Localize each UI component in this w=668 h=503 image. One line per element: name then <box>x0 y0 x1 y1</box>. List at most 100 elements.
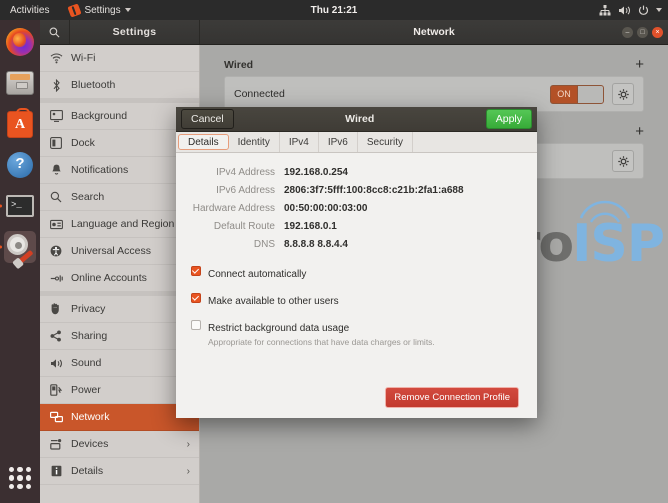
search-icon <box>49 27 60 38</box>
field-row-ipv6-address: IPv6 Address 2806:3f7:5fff:100:8cc8:c21b… <box>176 185 537 196</box>
background-icon <box>49 109 63 123</box>
maximize-button[interactable]: □ <box>637 27 648 38</box>
sidebar-item-label: Sound <box>71 357 101 369</box>
field-value: 192.168.0.254 <box>284 167 348 178</box>
dialog-title: Wired <box>234 113 486 125</box>
files-icon <box>6 71 34 95</box>
field-value: 00:50:00:00:03:00 <box>284 203 367 214</box>
dialog-tabs: Details Identity IPv4 IPv6 Security <box>176 132 537 153</box>
tab-identity[interactable]: Identity <box>229 132 280 152</box>
sidebar-item-label: Bluetooth <box>71 79 115 91</box>
dialog-options: Connect automatically Make available to … <box>191 264 537 347</box>
dock-item-terminal[interactable] <box>4 190 36 222</box>
sidebar-item-bluetooth[interactable]: Bluetooth <box>40 72 199 99</box>
checkbox-connect-automatically[interactable]: Connect automatically <box>191 264 537 282</box>
field-value: 192.168.0.1 <box>284 221 337 232</box>
content-title: Network <box>200 26 668 38</box>
tab-ipv4[interactable]: IPv4 <box>280 132 319 152</box>
dock-item-help[interactable] <box>4 149 36 181</box>
connection-settings-button-2[interactable] <box>612 150 634 172</box>
firefox-icon <box>6 28 34 56</box>
dock-icon <box>49 136 63 150</box>
bluetooth-icon <box>49 78 63 92</box>
ubuntu-software-icon <box>7 111 33 138</box>
app-menu-button[interactable]: Settings <box>65 3 134 18</box>
sidebar-item-label: Network <box>71 411 110 423</box>
power-battery-icon <box>49 383 63 397</box>
checkbox-description: Appropriate for connections that have da… <box>208 337 435 347</box>
checkbox-box[interactable] <box>191 293 201 303</box>
sidebar-item-label: Language and Region <box>71 218 174 230</box>
field-row-dns: DNS 8.8.8.8 8.8.4.4 <box>176 239 537 250</box>
sidebar-item-label: Universal Access <box>71 245 151 257</box>
field-label: IPv6 Address <box>176 185 284 196</box>
volume-icon <box>618 5 631 16</box>
cancel-button[interactable]: Cancel <box>181 109 234 129</box>
dock-item-firefox[interactable] <box>4 26 36 58</box>
checkbox-box[interactable] <box>191 320 201 330</box>
checkbox-box[interactable] <box>191 266 201 276</box>
language-icon <box>49 217 63 231</box>
dock-item-settings[interactable] <box>4 231 36 263</box>
field-value: 2806:3f7:5fff:100:8cc8:c21b:2fa1:a688 <box>284 185 464 196</box>
field-label: Default Route <box>176 221 284 232</box>
wifi-icon <box>49 51 63 65</box>
sidebar-item-label: Wi-Fi <box>71 52 96 64</box>
tab-security[interactable]: Security <box>358 132 413 152</box>
sidebar-item-devices[interactable]: Devices › <box>40 431 199 458</box>
dock-item-files[interactable] <box>4 67 36 99</box>
add-wired-button-2[interactable]: + <box>635 124 644 139</box>
connection-settings-button[interactable] <box>612 83 634 105</box>
chevron-right-icon: › <box>187 439 190 450</box>
sidebar-item-label: Sharing <box>71 330 107 342</box>
wired-settings-dialog: Cancel Wired Apply Details Identity IPv4… <box>176 107 537 418</box>
connection-toggle[interactable]: ON <box>550 85 604 104</box>
chevron-down-icon <box>125 8 131 12</box>
dialog-body: IPv4 Address 192.168.0.254 IPv6 Address … <box>176 153 537 418</box>
close-button[interactable]: × <box>652 27 663 38</box>
add-wired-button[interactable]: + <box>635 57 644 72</box>
dialog-header: Cancel Wired Apply <box>176 107 537 132</box>
field-row-ipv4-address: IPv4 Address 192.168.0.254 <box>176 167 537 178</box>
remove-connection-profile-button[interactable]: Remove Connection Profile <box>385 387 519 408</box>
terminal-icon <box>6 195 34 217</box>
settings-app-icon <box>68 3 82 17</box>
gear-icon <box>618 156 629 167</box>
checkbox-make-available-to-other-users[interactable]: Make available to other users <box>191 291 537 309</box>
bell-icon <box>49 163 63 177</box>
gear-icon <box>618 89 629 100</box>
tab-details[interactable]: Details <box>178 134 229 150</box>
sidebar-item-wi-fi[interactable]: Wi-Fi <box>40 45 199 72</box>
sidebar-item-details[interactable]: Details › <box>40 458 199 485</box>
chevron-right-icon: › <box>187 466 190 477</box>
activities-button[interactable]: Activities <box>6 3 53 18</box>
checkbox-restrict-background-data-usage[interactable]: Restrict background data usage Appropria… <box>191 318 537 347</box>
settings-icon <box>6 233 34 261</box>
field-label: Hardware Address <box>176 203 284 214</box>
sidebar-item-label: Power <box>71 384 101 396</box>
show-applications-button[interactable] <box>9 467 31 489</box>
system-tray[interactable] <box>599 5 662 16</box>
sound-icon <box>49 356 63 370</box>
checkbox-label: Make available to other users <box>208 296 339 307</box>
connection-status-label: Connected <box>234 88 285 100</box>
field-row-default-route: Default Route 192.168.0.1 <box>176 221 537 232</box>
app-menu-label: Settings <box>84 5 120 16</box>
window-title-bar: Settings Network – □ × <box>40 20 668 45</box>
field-row-hardware-address: Hardware Address 00:50:00:00:03:00 <box>176 203 537 214</box>
sidebar-title: Settings <box>70 26 199 38</box>
sidebar-item-label: Online Accounts <box>71 272 147 284</box>
search-button[interactable] <box>40 20 70 44</box>
minimize-button[interactable]: – <box>622 27 633 38</box>
details-info-icon <box>49 464 63 478</box>
field-value: 8.8.8.8 8.8.4.4 <box>284 239 348 250</box>
window-controls: – □ × <box>622 27 663 38</box>
toggle-knob <box>577 86 603 103</box>
running-indicator-dot <box>0 205 2 208</box>
tab-ipv6[interactable]: IPv6 <box>319 132 358 152</box>
titlebar-sidebar-area: Settings <box>40 20 200 44</box>
sidebar-item-label: Privacy <box>71 303 105 315</box>
accessibility-icon <box>49 244 63 258</box>
dock-item-ubuntu-software[interactable] <box>4 108 36 140</box>
apply-button[interactable]: Apply <box>486 109 532 129</box>
